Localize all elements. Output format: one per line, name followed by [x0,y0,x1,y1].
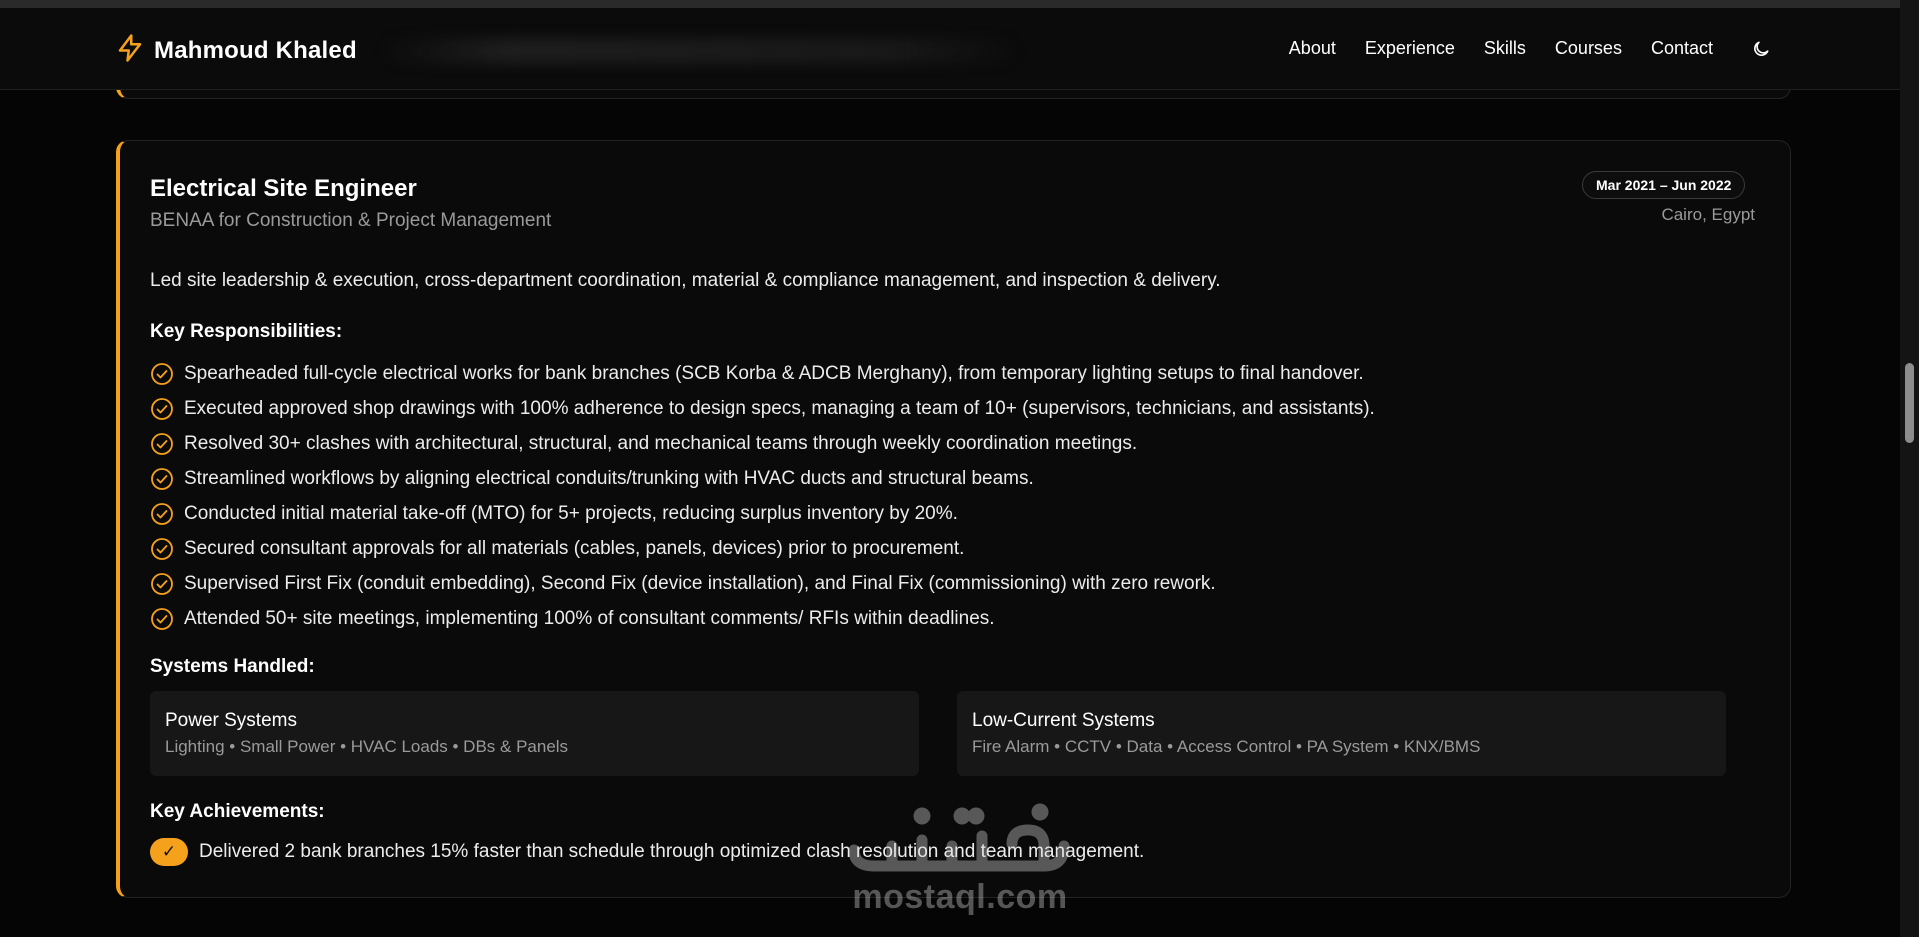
system-items: Lighting • Small Power • HVAC Loads • DB… [165,737,569,756]
list-item: Supervised First Fix (conduit embedding)… [150,566,1375,601]
nav-courses-link[interactable]: Courses [1555,38,1622,59]
responsibility-text: Attended 50+ site meetings, implementing… [184,607,995,629]
achievements-heading: Key Achievements: [150,801,325,822]
responsibility-text: Executed approved shop drawings with 100… [184,397,1375,419]
responsibilities-list: Spearheaded full-cycle electrical works … [150,356,1375,636]
mostaql-watermark: mostaql.com [840,800,1080,920]
check-circle-icon [151,467,173,490]
site-header: Mahmoud Khaled About Experience Skills C… [0,8,1900,90]
lightning-bolt-icon [115,32,145,69]
responsibilities-heading: Key Responsibilities: [150,321,343,342]
check-circle-icon [151,572,173,595]
nav-contact-link[interactable]: Contact [1651,38,1713,59]
responsibility-text: Conducted initial material take-off (MTO… [184,502,958,524]
scrollbar-thumb[interactable] [1905,363,1914,443]
check-circle-icon [151,502,173,525]
responsibility-text: Resolved 30+ clashes with architectural,… [184,432,1138,454]
responsibility-text: Spearheaded full-cycle electrical works … [184,362,1364,384]
system-items: Fire Alarm • CCTV • Data • Access Contro… [972,737,1481,756]
date-range-badge: Mar 2021 – Jun 2022 [1582,171,1746,199]
brand-logo-link[interactable]: Mahmoud Khaled [115,32,357,69]
check-circle-icon [151,397,173,420]
systems-heading: Systems Handled: [150,656,315,677]
brand-name: Mahmoud Khaled [154,36,357,64]
blurred-header-region [380,38,1020,64]
list-item: Secured consultant approvals for all mat… [150,531,1375,566]
power-systems-panel: Power Systems Lighting • Small Power • H… [150,691,919,776]
nav-skills-link[interactable]: Skills [1484,38,1526,59]
main-navigation: About Experience Skills Courses Contact [1260,38,1713,59]
job-location: Cairo, Egypt [1661,205,1755,224]
list-item: Spearheaded full-cycle electrical works … [150,356,1375,391]
list-item: Streamlined workflows by aligning electr… [150,461,1375,496]
check-circle-icon [151,537,173,560]
check-circle-icon [151,432,173,455]
job-title: Electrical Site Engineer [150,175,417,202]
list-item: Executed approved shop drawings with 100… [150,391,1375,426]
list-item: Conducted initial material take-off (MTO… [150,496,1375,531]
check-circle-icon [151,362,173,385]
list-item: Attended 50+ site meetings, implementing… [150,601,1375,636]
list-item: Resolved 30+ clashes with architectural,… [150,426,1375,461]
page-scrollbar[interactable] [1900,0,1919,937]
mostaql-arabic-logo-icon [848,803,1070,872]
check-badge-icon: ✓ [150,838,188,866]
nav-experience-link[interactable]: Experience [1365,38,1455,59]
company-name: BENAA for Construction & Project Managem… [150,210,552,231]
system-name: Power Systems [165,710,297,731]
moon-icon[interactable] [1748,36,1774,62]
browser-top-strip [0,0,1919,8]
watermark-text: mostaql.com [852,878,1068,916]
responsibility-text: Streamlined workflows by aligning electr… [184,467,1034,489]
job-summary: Led site leadership & execution, cross-d… [150,270,1221,291]
low-current-systems-panel: Low-Current Systems Fire Alarm • CCTV • … [957,691,1726,776]
check-circle-icon [151,607,173,630]
system-name: Low-Current Systems [972,710,1155,731]
responsibility-text: Secured consultant approvals for all mat… [184,537,965,559]
responsibility-text: Supervised First Fix (conduit embedding)… [184,572,1216,594]
nav-about-link[interactable]: About [1289,38,1336,59]
